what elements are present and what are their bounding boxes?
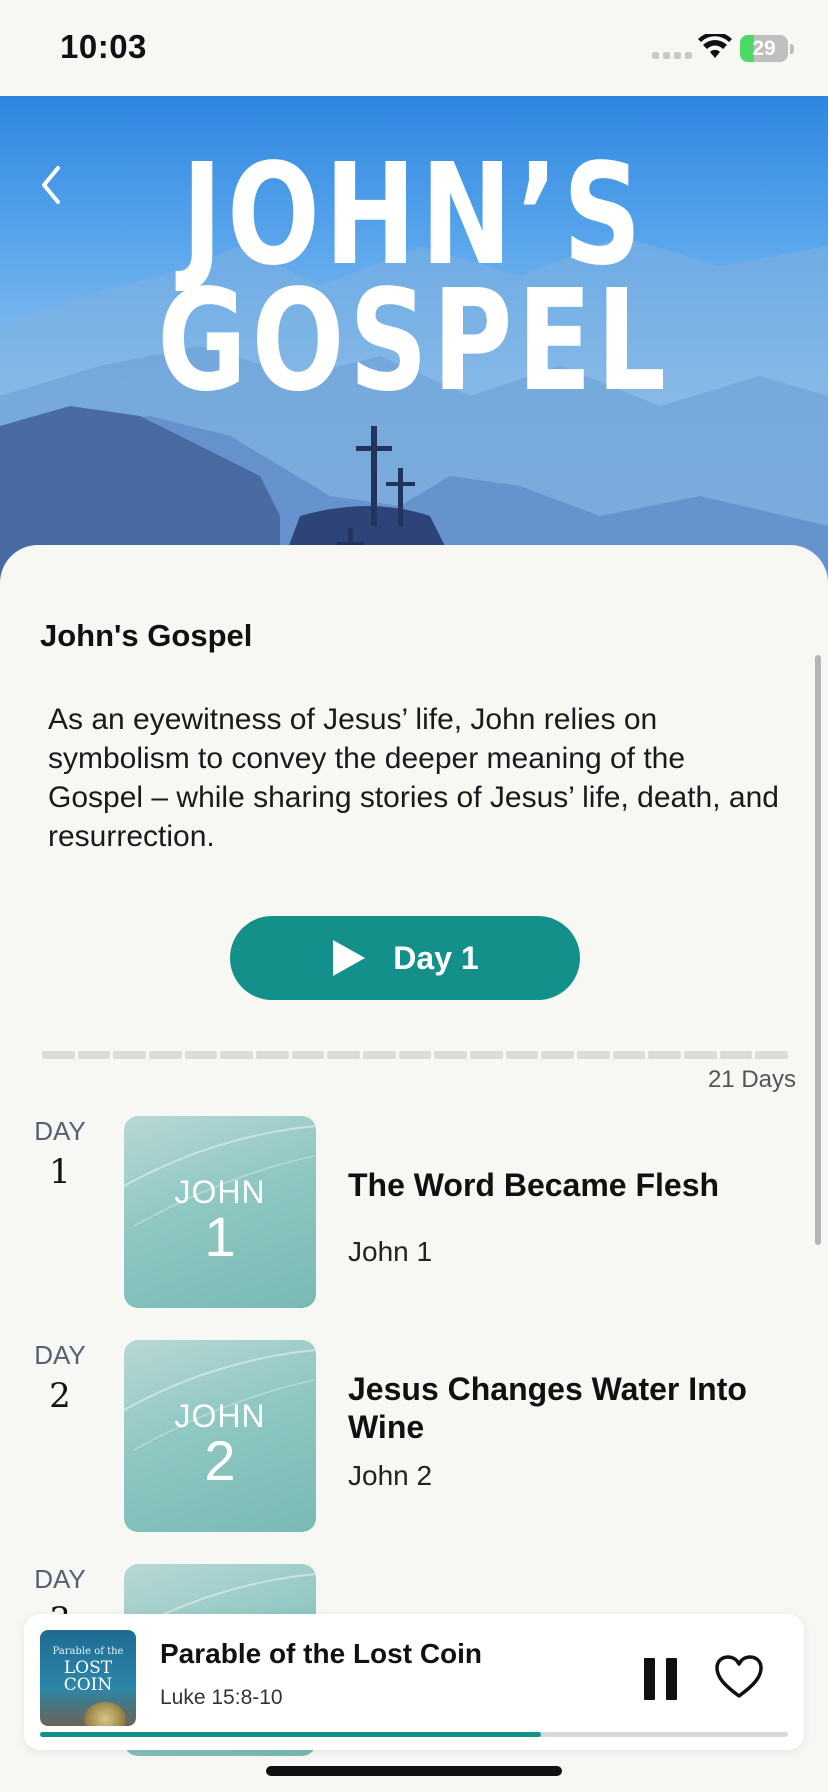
total-days: 21 Days — [707, 1066, 796, 1093]
progress-segment — [755, 1051, 789, 1059]
progress-segment — [470, 1051, 503, 1059]
coin-image — [84, 1702, 126, 1726]
thumbnail-chapter: 2 — [204, 1429, 236, 1492]
status-bar: 10:03 29 — [0, 0, 828, 96]
progress-segment — [577, 1051, 610, 1059]
now-playing-artwork: Parable of the LOST COIN — [40, 1630, 136, 1726]
playback-progress-fill — [40, 1732, 542, 1737]
progress-segment — [77, 1051, 111, 1059]
progress-segment — [505, 1051, 539, 1059]
day-reference: John 1 — [348, 1236, 433, 1267]
artwork-title: LOST COIN — [63, 1658, 113, 1695]
cellular-signal-icon — [652, 52, 692, 59]
progress-segment — [684, 1051, 717, 1059]
heart-icon[interactable] — [714, 1654, 764, 1700]
day-thumbnail: JOHN 1 — [124, 1116, 316, 1308]
wifi-icon — [698, 34, 732, 58]
progress-segment — [42, 1051, 75, 1059]
progress-segment — [612, 1051, 646, 1059]
progress-segment — [541, 1051, 575, 1059]
pause-icon — [644, 1658, 655, 1700]
artwork-subtitle: Parable of the — [52, 1646, 124, 1657]
day-title: The Word Became Flesh — [348, 1167, 720, 1203]
progress-segment — [363, 1051, 396, 1059]
progress-segment — [256, 1051, 289, 1059]
progress-segment — [220, 1051, 254, 1059]
day-label: DAY — [34, 1564, 86, 1594]
now-playing-title: Parable of the Lost Coin — [160, 1638, 483, 1669]
battery-cap — [790, 44, 794, 54]
play-icon — [333, 940, 366, 976]
status-time: 10:03 — [60, 28, 147, 65]
thumbnail-chapter: 1 — [204, 1205, 236, 1268]
progress-segment — [149, 1051, 182, 1059]
day-label: DAY — [34, 1116, 86, 1146]
battery-icon: 29 — [740, 35, 788, 62]
home-indicator[interactable] — [266, 1766, 562, 1776]
progress-segment — [398, 1051, 432, 1059]
day-row[interactable]: DAY 1 JOHN 1 The Word Became Flesh John … — [0, 1116, 828, 1316]
progress-segment — [184, 1051, 218, 1059]
back-chevron-icon[interactable] — [34, 160, 70, 210]
progress-segment — [113, 1051, 147, 1059]
progress-segment — [434, 1051, 468, 1059]
day-row[interactable]: DAY 2 JOHN 2 Jesus Changes Water Into Wi… — [0, 1340, 828, 1540]
day-number: 2 — [49, 1376, 71, 1416]
start-day-label: Day 1 — [393, 939, 479, 976]
plan-progress-bar — [42, 1051, 789, 1059]
day-label: DAY — [34, 1340, 86, 1370]
day-title: Jesus Changes Water Into Wine — [348, 1371, 747, 1445]
now-playing-reference: Luke 15:8-10 — [160, 1686, 283, 1709]
start-day-button[interactable]: Day 1 — [230, 916, 580, 1000]
progress-segment — [719, 1051, 753, 1059]
battery-percent: 29 — [752, 36, 776, 60]
mini-player[interactable]: Parable of the LOST COIN Parable of the … — [24, 1614, 804, 1750]
plan-description: As an eyewitness of Jesus’ life, John re… — [48, 703, 779, 853]
playback-progress-bar[interactable] — [40, 1732, 788, 1737]
progress-segment — [648, 1051, 682, 1059]
day-reference: John 2 — [348, 1460, 433, 1491]
progress-segment — [327, 1051, 361, 1059]
plan-hero-image: JOHN’S GOSPEL — [0, 96, 828, 596]
pause-button[interactable] — [644, 1658, 678, 1700]
day-number: 1 — [49, 1152, 71, 1192]
progress-segment — [291, 1051, 325, 1059]
plan-title: John's Gospel — [40, 618, 253, 653]
hero-title-line2: GOSPEL — [157, 260, 671, 423]
day-thumbnail: JOHN 2 — [124, 1340, 316, 1532]
